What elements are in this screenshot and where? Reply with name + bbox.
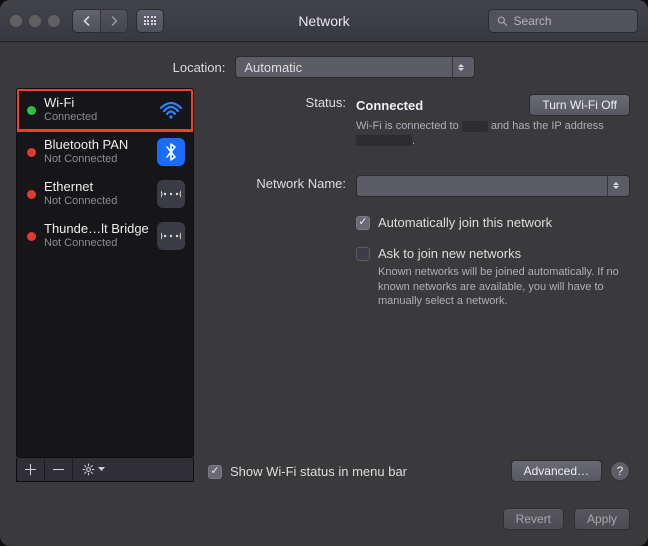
service-actions-button[interactable] <box>73 458 113 481</box>
checkbox-icon <box>356 247 370 261</box>
stepper-icon <box>607 176 623 196</box>
sidebar-item-ethernet[interactable]: Ethernet Not Connected <box>17 173 193 215</box>
minimize-dot[interactable] <box>29 15 41 27</box>
checkbox-icon <box>208 465 222 479</box>
panel-footer: Show Wi-Fi status in menu bar Advanced… … <box>208 460 630 482</box>
status-row: Status: Connected Turn Wi-Fi Off Wi-Fi i… <box>208 94 630 149</box>
status-dot <box>27 106 36 115</box>
wifi-icon <box>157 96 185 124</box>
sidebar-item-name: Bluetooth PAN <box>44 138 128 153</box>
sidebar-item-sub: Not Connected <box>44 195 117 208</box>
status-dot <box>27 148 36 157</box>
auto-join-checkbox[interactable]: Automatically join this network <box>356 215 630 230</box>
show-status-checkbox[interactable]: Show Wi-Fi status in menu bar <box>208 464 407 479</box>
sidebar-item-wifi[interactable]: Wi-Fi Connected <box>17 89 193 131</box>
body: Wi-Fi Connected Bluetooth PAN Not Connec… <box>0 88 648 498</box>
stepper-icon <box>452 57 468 77</box>
ethernet-icon <box>157 180 185 208</box>
forward-button[interactable] <box>100 9 128 33</box>
sidebar-item-name: Ethernet <box>44 180 117 195</box>
network-name-select[interactable] <box>356 175 630 197</box>
sidebar-item-texts: Wi-Fi Connected <box>44 96 97 124</box>
nav-back-forward <box>72 9 128 33</box>
show-all-button[interactable] <box>136 9 164 33</box>
gear-icon <box>82 463 95 476</box>
location-label: Location: <box>173 60 226 75</box>
window-controls <box>10 15 60 27</box>
zoom-dot[interactable] <box>48 15 60 27</box>
services-list: Wi-Fi Connected Bluetooth PAN Not Connec… <box>16 88 194 458</box>
sidebar-item-sub: Not Connected <box>44 237 149 250</box>
titlebar: Network <box>0 0 648 42</box>
bluetooth-icon <box>157 138 185 166</box>
location-value: Automatic <box>244 60 302 75</box>
help-button[interactable]: ? <box>610 461 630 481</box>
sidebar-item-texts: Bluetooth PAN Not Connected <box>44 138 128 166</box>
apply-button[interactable]: Apply <box>574 508 630 530</box>
sidebar-item-texts: Thunde…lt Bridge Not Connected <box>44 222 149 250</box>
sidebar-item-name: Wi-Fi <box>44 96 97 111</box>
sidebar-column: Wi-Fi Connected Bluetooth PAN Not Connec… <box>16 88 194 482</box>
location-select[interactable]: Automatic <box>235 56 475 78</box>
thunderbolt-icon <box>157 222 185 250</box>
grid-icon <box>144 16 157 25</box>
ask-join-row: Ask to join new networks Known networks … <box>208 246 630 310</box>
revert-button[interactable]: Revert <box>503 508 564 530</box>
ask-join-label: Ask to join new networks <box>378 246 521 261</box>
sidebar-item-name: Thunde…lt Bridge <box>44 222 149 237</box>
chevron-down-icon <box>98 467 105 472</box>
network-name-row: Network Name: <box>208 175 630 197</box>
show-status-label: Show Wi-Fi status in menu bar <box>230 464 407 479</box>
location-row: Location: Automatic <box>0 42 648 88</box>
wifi-toggle-button[interactable]: Turn Wi-Fi Off <box>529 94 630 116</box>
search-field[interactable] <box>488 9 638 33</box>
status-value-col: Connected Turn Wi-Fi Off Wi-Fi is connec… <box>356 94 630 149</box>
sidebar-item-bluetooth-pan[interactable]: Bluetooth PAN Not Connected <box>17 131 193 173</box>
network-name-label: Network Name: <box>208 175 346 197</box>
auto-join-label: Automatically join this network <box>378 215 552 230</box>
back-button[interactable] <box>72 9 100 33</box>
redacted-ip <box>356 135 412 146</box>
status-value: Connected <box>356 98 423 113</box>
bottom-actions: Revert Apply <box>0 498 648 546</box>
add-service-button[interactable]: ＋ <box>17 458 45 481</box>
checkbox-icon <box>356 216 370 230</box>
ask-join-checkbox[interactable]: Ask to join new networks <box>356 246 630 261</box>
sidebar-item-thunderbolt-bridge[interactable]: Thunde…lt Bridge Not Connected <box>17 215 193 257</box>
ask-join-hint: Known networks will be joined automatica… <box>378 265 630 310</box>
sidebar-tools: ＋ － <box>16 458 194 482</box>
status-label: Status: <box>208 94 346 149</box>
status-dot <box>27 232 36 241</box>
remove-service-button[interactable]: － <box>45 458 73 481</box>
status-hint: Wi-Fi is connected to and has the IP add… <box>356 119 626 149</box>
status-dot <box>27 190 36 199</box>
sidebar-item-texts: Ethernet Not Connected <box>44 180 117 208</box>
search-icon <box>497 15 508 27</box>
auto-join-row: Automatically join this network <box>208 215 630 230</box>
sidebar-item-sub: Not Connected <box>44 153 128 166</box>
close-dot[interactable] <box>10 15 22 27</box>
network-prefpane-window: Network Location: Automatic Wi-Fi Connec… <box>0 0 648 546</box>
search-input[interactable] <box>514 14 630 28</box>
advanced-button[interactable]: Advanced… <box>511 460 602 482</box>
sidebar-item-sub: Connected <box>44 111 97 124</box>
detail-panel: Status: Connected Turn Wi-Fi Off Wi-Fi i… <box>208 88 630 482</box>
redacted-ssid <box>462 121 488 132</box>
